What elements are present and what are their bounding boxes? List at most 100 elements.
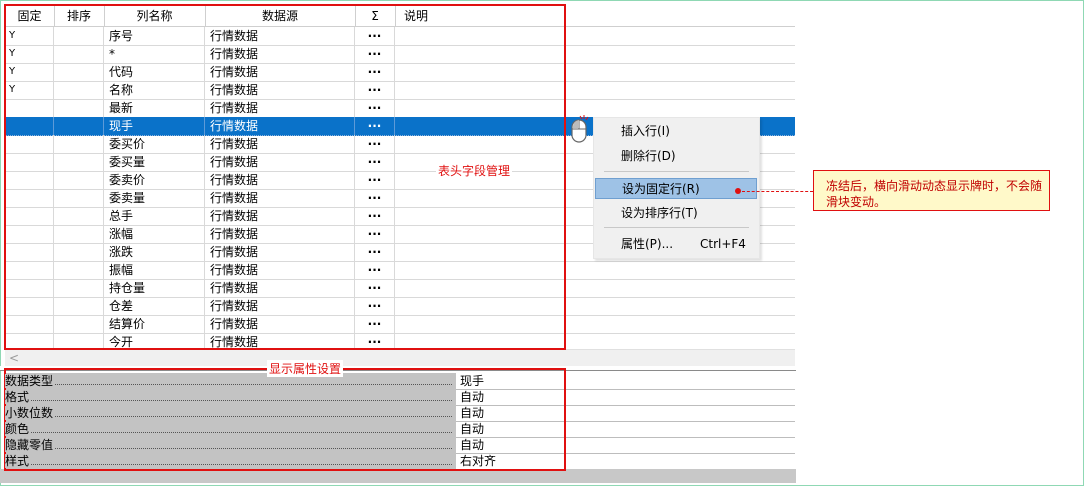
cell-desc[interactable] [395, 27, 795, 45]
menu-item-insert-row[interactable]: 插入行(I) [594, 121, 759, 142]
header-sort[interactable]: 排序 [54, 6, 105, 26]
cell-sum[interactable]: ··· [355, 27, 395, 45]
cell-fixed [5, 279, 54, 297]
cell-sort [54, 153, 104, 171]
table-row[interactable]: Y * 行情数据 ··· [5, 45, 795, 64]
property-value[interactable]: 自动 [460, 405, 484, 421]
cell-fixed: Y [5, 45, 54, 63]
property-row[interactable]: 颜色 自动 [5, 421, 795, 438]
cell-name: 结算价 [104, 315, 205, 333]
menu-item-delete-row[interactable]: 删除行(D) [594, 146, 759, 167]
cell-sort [54, 81, 104, 99]
menu-separator [604, 227, 749, 228]
cell-source: 行情数据 [205, 261, 355, 279]
cell-name: 涨幅 [104, 225, 205, 243]
property-key-label: 数据类型 [5, 374, 56, 388]
property-key-label: 隐藏零值 [5, 438, 56, 452]
cell-sum[interactable]: ··· [355, 153, 395, 171]
grid-header: 固定 排序 列名称 数据源 Σ 说明 [5, 6, 795, 27]
dot-leader [5, 384, 452, 385]
table-row[interactable]: 振幅 行情数据 ··· [5, 261, 795, 280]
cell-sum[interactable]: ··· [355, 63, 395, 81]
property-key: 格式 [5, 389, 456, 405]
property-key-label: 颜色 [5, 422, 32, 436]
panel-splitter[interactable] [0, 366, 796, 371]
header-fixed[interactable]: 固定 [5, 6, 55, 26]
dot-leader [5, 400, 452, 401]
cell-sort [54, 27, 104, 45]
cell-name: 总手 [104, 207, 205, 225]
table-row[interactable]: Y 代码 行情数据 ··· [5, 63, 795, 82]
menu-item-properties[interactable]: 属性(P)... Ctrl+F4 [594, 234, 759, 255]
cell-desc[interactable] [395, 63, 795, 81]
scroll-left-arrow-icon[interactable]: < [9, 351, 19, 365]
header-desc[interactable]: 说明 [395, 6, 795, 26]
cell-sum[interactable]: ··· [355, 189, 395, 207]
cell-sum[interactable]: ··· [355, 261, 395, 279]
property-row[interactable]: 样式 右对齐 [5, 453, 795, 470]
cell-sum[interactable]: ··· [355, 45, 395, 63]
cell-desc[interactable] [395, 45, 795, 63]
cell-sum[interactable]: ··· [355, 297, 395, 315]
cell-sum[interactable]: ··· [355, 225, 395, 243]
header-source[interactable]: 数据源 [205, 6, 356, 26]
cell-sum[interactable]: ··· [355, 207, 395, 225]
cell-source: 行情数据 [205, 99, 355, 117]
menu-item-label: 插入行(I) [621, 124, 670, 138]
table-row[interactable]: 最新 行情数据 ··· [5, 99, 795, 118]
cell-sum[interactable]: ··· [355, 81, 395, 99]
property-row[interactable]: 数据类型 现手 [5, 373, 795, 390]
horizontal-scrollbar[interactable]: < [5, 349, 795, 367]
table-row[interactable]: Y 名称 行情数据 ··· [5, 81, 795, 100]
cell-sum[interactable]: ··· [355, 333, 395, 349]
cell-sort [54, 99, 104, 117]
cell-source: 行情数据 [205, 243, 355, 261]
annotation-callout: 冻结后，横向滑动动态显示牌时，不会随滑块变动。 [813, 170, 1050, 211]
cell-fixed [5, 243, 54, 261]
cell-desc[interactable] [395, 297, 795, 315]
property-value[interactable]: 自动 [460, 437, 484, 453]
cell-sort [54, 243, 104, 261]
cell-desc[interactable] [395, 333, 795, 349]
property-key: 隐藏零值 [5, 437, 456, 453]
property-row[interactable]: 小数位数 自动 [5, 405, 795, 422]
cell-desc[interactable] [395, 261, 795, 279]
property-value[interactable]: 现手 [460, 373, 484, 389]
menu-item-set-sort-row[interactable]: 设为排序行(T) [594, 203, 759, 224]
property-row[interactable]: 格式 自动 [5, 389, 795, 406]
property-key: 颜色 [5, 421, 456, 437]
cell-source: 行情数据 [205, 153, 355, 171]
table-row[interactable]: 仓差 行情数据 ··· [5, 297, 795, 316]
cell-sum[interactable]: ··· [355, 315, 395, 333]
cell-sort [54, 279, 104, 297]
cell-sum[interactable]: ··· [355, 243, 395, 261]
cell-sum[interactable]: ··· [355, 99, 395, 117]
cell-sum[interactable]: ··· [355, 279, 395, 297]
cell-sum[interactable]: ··· [355, 117, 395, 135]
table-row[interactable]: Y 序号 行情数据 ··· [5, 27, 795, 46]
cell-sum[interactable]: ··· [355, 135, 395, 153]
menu-item-label: 设为排序行(T) [621, 206, 698, 220]
cell-desc[interactable] [395, 315, 795, 333]
cell-desc[interactable] [395, 99, 795, 117]
menu-item-set-fixed-row[interactable]: 设为固定行(R) [595, 178, 757, 199]
cell-fixed [5, 189, 54, 207]
dot-leader [5, 432, 452, 433]
header-sum[interactable]: Σ [355, 6, 396, 26]
cell-sort [54, 315, 104, 333]
property-row[interactable]: 隐藏零值 自动 [5, 437, 795, 454]
cell-name: 最新 [104, 99, 205, 117]
property-value[interactable]: 自动 [460, 389, 484, 405]
cell-sum[interactable]: ··· [355, 171, 395, 189]
cell-fixed [5, 135, 54, 153]
property-value[interactable]: 右对齐 [460, 453, 496, 469]
property-value[interactable]: 自动 [460, 421, 484, 437]
table-row[interactable]: 持仓量 行情数据 ··· [5, 279, 795, 298]
table-row[interactable]: 结算价 行情数据 ··· [5, 315, 795, 334]
header-name[interactable]: 列名称 [104, 6, 206, 26]
cell-desc[interactable] [395, 279, 795, 297]
dot-leader [5, 448, 452, 449]
annotation-label-grid: 表头字段管理 [436, 162, 513, 179]
table-row[interactable]: 今开 行情数据 ··· [5, 333, 795, 349]
cell-desc[interactable] [395, 81, 795, 99]
